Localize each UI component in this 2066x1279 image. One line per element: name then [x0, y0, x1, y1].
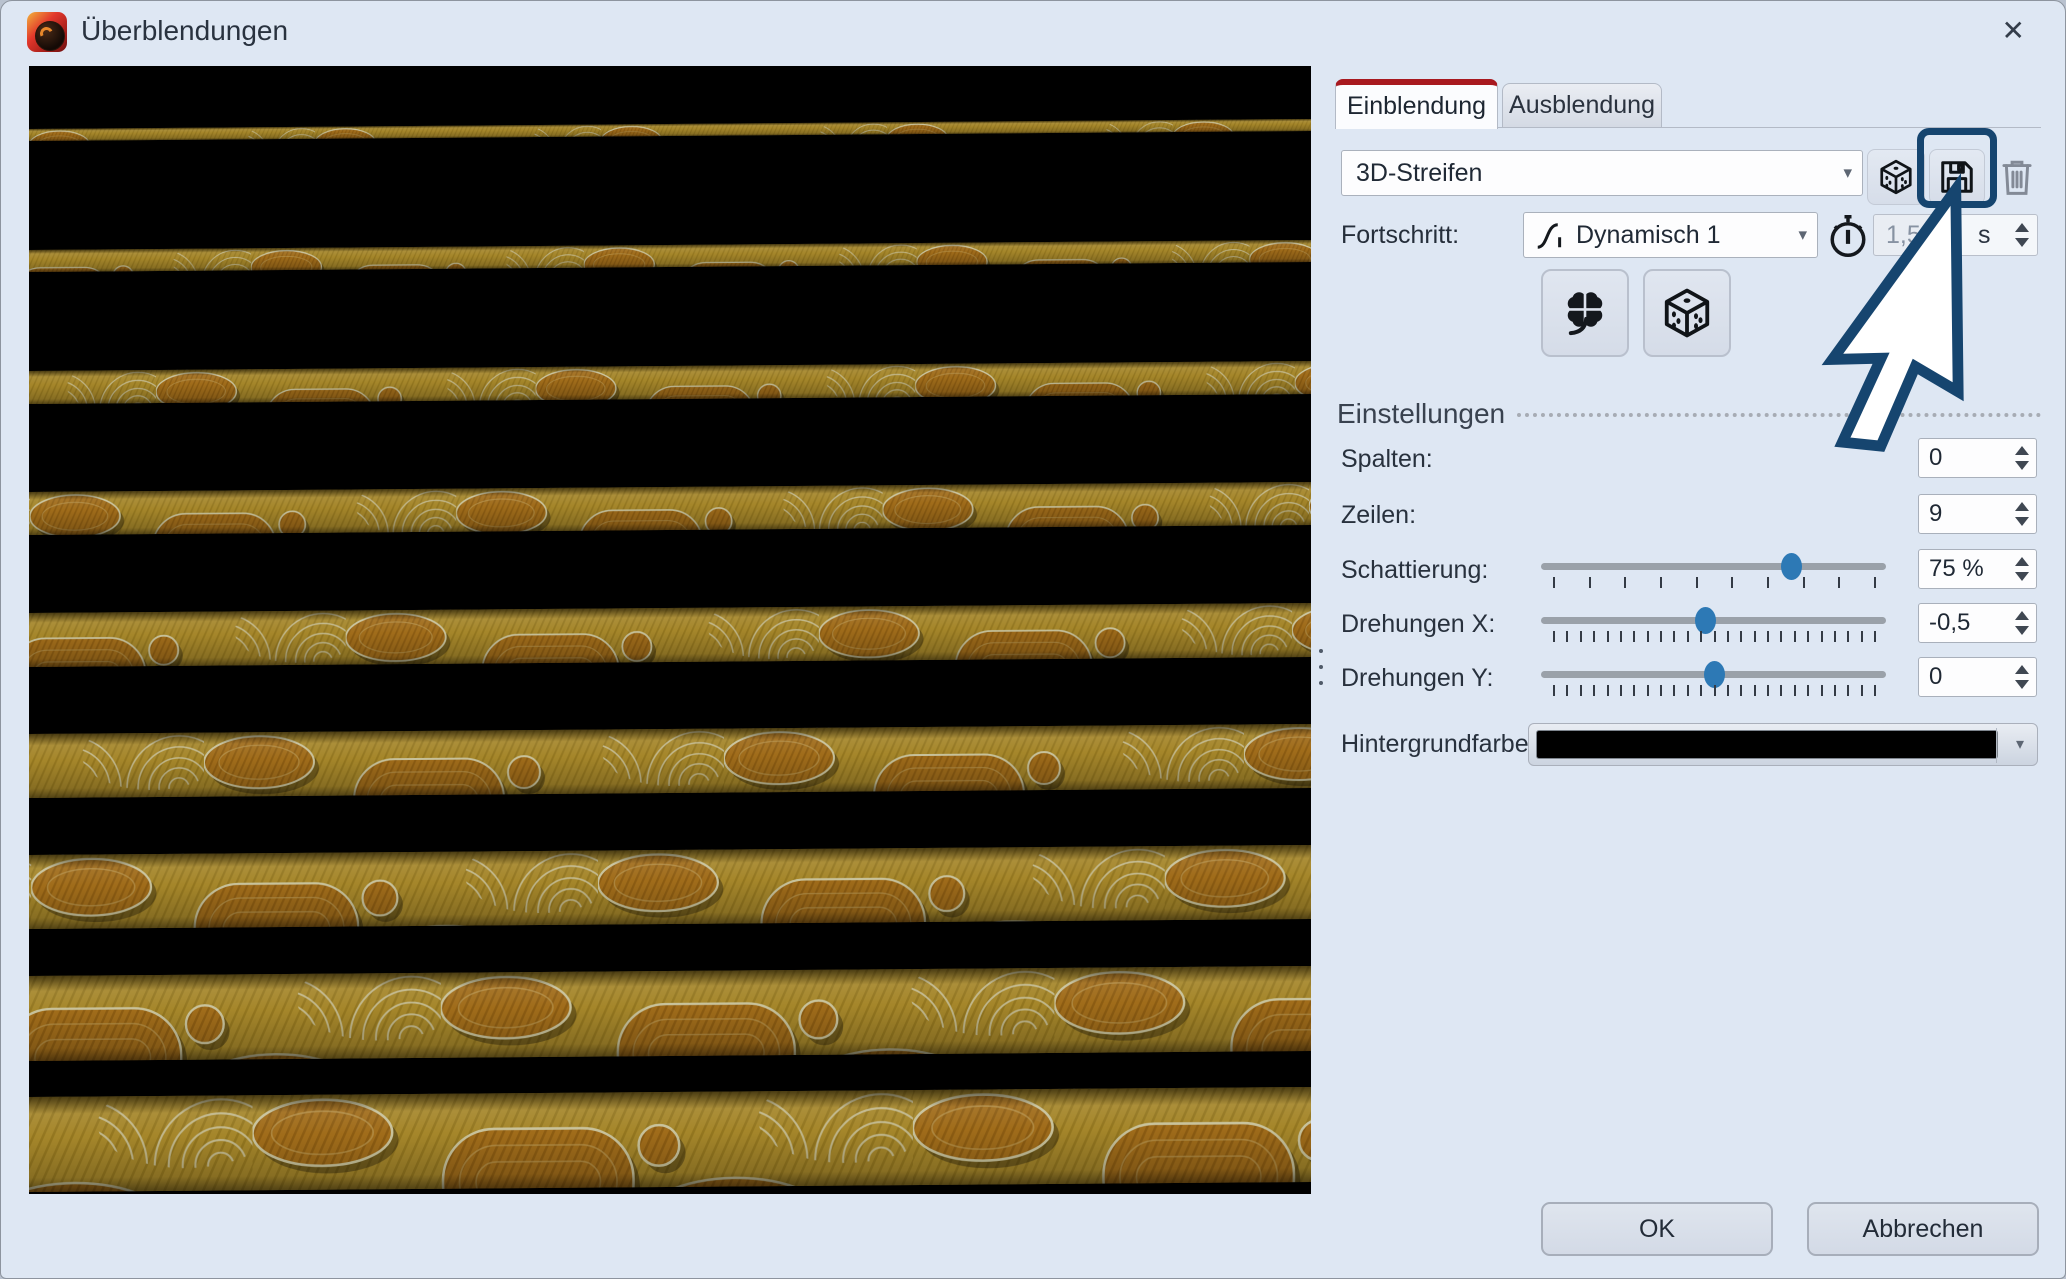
random-button[interactable] [1643, 269, 1731, 357]
preview-stripe [29, 724, 1311, 798]
preview-stripe [29, 240, 1311, 272]
ueberblendungen-dialog: Überblendungen ✕ [0, 0, 2066, 1279]
dice-icon [1877, 158, 1915, 196]
preset-value: 3D-Streifen [1356, 151, 1482, 195]
preview-stripe [29, 119, 1311, 141]
drehungen-y-slider[interactable] [1541, 657, 1886, 697]
schattierung-label: Schattierung: [1341, 556, 1488, 585]
drehungen-x-value: -0,5 [1929, 604, 1970, 642]
preview-stripe [29, 1087, 1311, 1192]
spin-down-icon[interactable] [2015, 238, 2029, 247]
lucky-button[interactable] [1541, 269, 1629, 357]
cancel-button[interactable]: Abbrechen [1807, 1202, 2039, 1256]
spin-up-icon[interactable] [2015, 665, 2029, 674]
spin-up-icon[interactable] [2015, 223, 2029, 232]
drehungen-x-label: Drehungen X: [1341, 610, 1495, 639]
settings-header: Einstellungen [1337, 398, 1505, 430]
progress-curve-value: Dynamisch 1 [1576, 213, 1721, 257]
slider-thumb[interactable] [1781, 553, 1802, 580]
schattierung-slider[interactable] [1541, 549, 1886, 589]
clover-icon [1559, 287, 1611, 339]
window-title: Überblendungen [81, 15, 288, 47]
settings-divider [1517, 413, 2041, 417]
dice-icon [1660, 286, 1714, 340]
duration-input[interactable]: 1,5 [1873, 214, 1953, 256]
zeilen-spinbox[interactable]: 9 [1918, 494, 2037, 534]
stopwatch-icon [1827, 213, 1869, 259]
duration-unit: s [1978, 215, 1991, 255]
color-swatch [1536, 730, 1998, 759]
preview-stripe [29, 966, 1311, 1061]
duration-unit-box[interactable]: s [1959, 214, 2038, 256]
schattierung-value: 75 % [1929, 550, 1984, 588]
spin-down-icon[interactable] [2015, 517, 2029, 526]
hintergrundfarbe-label: Hintergrundfarbe: [1341, 730, 1536, 759]
slider-ticks [1541, 631, 1886, 643]
preset-select[interactable]: 3D-Streifen ▾ [1341, 150, 1863, 196]
close-icon[interactable]: ✕ [2002, 15, 2025, 47]
progress-label: Fortschritt: [1341, 221, 1459, 250]
drehungen-x-slider[interactable] [1541, 603, 1886, 643]
tab-ausblendung[interactable]: Ausblendung [1502, 83, 1662, 128]
progress-curve-select[interactable]: Dynamisch 1 ▾ [1523, 212, 1818, 258]
preview-stripe [29, 482, 1311, 535]
ok-button[interactable]: OK [1541, 1202, 1773, 1256]
app-logo-icon [27, 12, 67, 52]
chevron-down-icon: ▾ [1843, 151, 1852, 195]
spin-up-icon[interactable] [2015, 557, 2029, 566]
background-color-picker[interactable]: ▾ [1528, 723, 2038, 766]
preview-stripe [29, 361, 1311, 404]
spalten-spinbox[interactable]: 0 [1918, 438, 2037, 478]
preview-stripe [29, 603, 1311, 667]
spin-down-icon[interactable] [2015, 626, 2029, 635]
slider-ticks [1541, 577, 1886, 589]
spin-down-icon[interactable] [2015, 461, 2029, 470]
preview-stripe [29, 845, 1311, 929]
curve-icon [1534, 221, 1564, 251]
transition-preview [29, 66, 1311, 1194]
slider-ticks [1541, 685, 1886, 697]
trash-icon [1999, 157, 2035, 197]
chevron-down-icon: ▾ [1798, 213, 1807, 257]
spalten-label: Spalten: [1341, 445, 1433, 474]
drehungen-x-spinbox[interactable]: -0,5 [1918, 603, 2037, 643]
spin-up-icon[interactable] [2015, 446, 2029, 455]
spin-down-icon[interactable] [2015, 680, 2029, 689]
delete-preset-button[interactable] [1991, 149, 2043, 205]
slider-thumb[interactable] [1695, 607, 1716, 634]
spin-up-icon[interactable] [2015, 502, 2029, 511]
zeilen-label: Zeilen: [1341, 501, 1416, 530]
drehungen-y-label: Drehungen Y: [1341, 664, 1493, 693]
drehungen-y-value: 0 [1929, 658, 1942, 696]
slider-thumb[interactable] [1704, 661, 1725, 688]
zeilen-value: 9 [1929, 495, 1942, 533]
spin-down-icon[interactable] [2015, 572, 2029, 581]
drehungen-y-spinbox[interactable]: 0 [1918, 657, 2037, 697]
chevron-down-icon: ▾ [2016, 724, 2024, 765]
slider-track[interactable] [1541, 563, 1886, 570]
divider [1996, 728, 1997, 763]
splitter-handle[interactable] [1317, 649, 1325, 701]
titlebar: Überblendungen ✕ [1, 1, 2065, 63]
schattierung-spinbox[interactable]: 75 % [1918, 549, 2037, 589]
spin-up-icon[interactable] [2015, 611, 2029, 620]
save-button-highlight-box [1917, 128, 1997, 208]
tab-einblendung[interactable]: Einblendung [1335, 79, 1498, 129]
spalten-value: 0 [1929, 439, 1942, 477]
